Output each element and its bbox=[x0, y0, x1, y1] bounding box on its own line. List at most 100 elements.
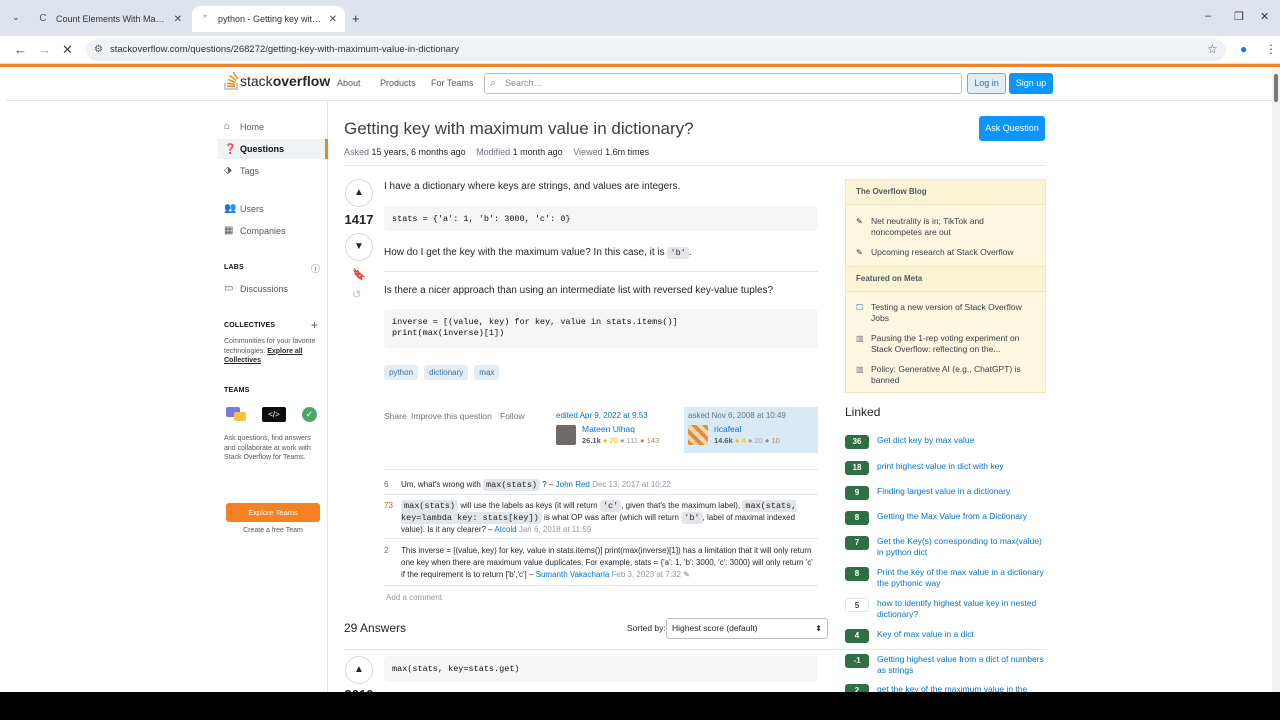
linked-text[interactable]: how to identify highest value key in nes… bbox=[877, 598, 1046, 620]
tag-dictionary[interactable]: dictionary bbox=[424, 365, 469, 380]
linked-item[interactable]: 8 Print the key of the max value in a dic… bbox=[845, 567, 1046, 589]
linked-text[interactable]: Getting the Max Value from a Dictionary bbox=[877, 511, 1046, 522]
new-tab-button[interactable]: + bbox=[352, 11, 360, 26]
linked-item[interactable]: 36 Get dict key by max value bbox=[845, 435, 1046, 449]
search-input[interactable]: ⌕ Search… bbox=[484, 73, 962, 94]
close-window-icon[interactable]: ✕ bbox=[1260, 10, 1269, 23]
editor-avatar[interactable] bbox=[556, 425, 576, 445]
meta-item[interactable]: ☐ Testing a new version of Stack Overflow… bbox=[856, 302, 1036, 324]
back-arrow-icon[interactable]: ← bbox=[14, 42, 27, 57]
page-scrollbar[interactable] bbox=[1272, 67, 1280, 692]
history-icon[interactable]: ↺ bbox=[352, 288, 361, 301]
linked-text[interactable]: Get dict key by max value bbox=[877, 435, 1046, 446]
meta-item[interactable]: ▥ Pausing the 1-rep voting experiment on … bbox=[856, 333, 1036, 355]
linked-text[interactable]: Get the Key(s) corresponding to max(valu… bbox=[877, 536, 1046, 558]
users-icon: 👥 bbox=[224, 203, 237, 214]
nav-products[interactable]: Products bbox=[380, 78, 416, 88]
tab-search-icon[interactable]: ⌄ bbox=[12, 12, 20, 23]
comment-user[interactable]: John Red bbox=[556, 480, 590, 489]
question-title[interactable]: Getting key with maximum value in dictio… bbox=[344, 119, 694, 139]
linked-item[interactable]: 7 Get the Key(s) corresponding to max(val… bbox=[845, 536, 1046, 558]
sidebar-item-tags[interactable]: ⬗ Tags bbox=[224, 165, 259, 176]
scrollbar-thumb[interactable] bbox=[1274, 74, 1278, 102]
sidebar-item-discussions[interactable]: ▭ Discussions bbox=[224, 283, 288, 294]
linked-item[interactable]: 18 print highest value in dict with key bbox=[845, 461, 1046, 475]
sidebar-item-users[interactable]: 👥 Users bbox=[224, 203, 264, 214]
menu-dots-icon[interactable]: ⋮ bbox=[1265, 42, 1277, 56]
blog-item[interactable]: ✎ Upcoming research at Stack Overflow bbox=[856, 247, 1036, 258]
profile-icon[interactable]: ● bbox=[1240, 42, 1247, 56]
linked-text[interactable]: print highest value in dict with key bbox=[877, 461, 1046, 472]
linked-text[interactable]: Getting highest value from a dict of num… bbox=[877, 654, 1046, 676]
comment-user[interactable]: Atcold bbox=[494, 525, 516, 534]
linked-text[interactable]: Finding largest value in a dictionary bbox=[877, 486, 1046, 497]
tag-python[interactable]: python bbox=[384, 365, 419, 380]
tag-max[interactable]: max bbox=[474, 365, 500, 380]
share-link[interactable]: Share bbox=[384, 411, 407, 421]
linked-score: 8 bbox=[845, 511, 869, 525]
follow-link[interactable]: Follow bbox=[500, 411, 525, 421]
search-placeholder: Search… bbox=[505, 78, 543, 88]
linked-text[interactable]: get the key of the maximum value in the bbox=[877, 684, 1046, 692]
improve-question-link[interactable]: Improve this question bbox=[411, 411, 492, 421]
info-icon[interactable]: ⓘ bbox=[311, 262, 320, 275]
signup-button[interactable]: Sign up bbox=[1009, 73, 1053, 94]
add-collective-icon[interactable]: + bbox=[311, 318, 318, 332]
comment-body: Um, what's wrong with max(stats) ? – Joh… bbox=[401, 479, 818, 491]
comment-date[interactable]: Dec 13, 2017 at 10:22 bbox=[592, 480, 671, 489]
stackoverflow-logo[interactable]: stack overflow bbox=[224, 72, 330, 90]
linked-text[interactable]: Print the key of the max value in a dict… bbox=[877, 567, 1046, 589]
answers-divider bbox=[344, 649, 1046, 650]
asked-label: Asked bbox=[344, 147, 370, 157]
linked-item[interactable]: 5 how to identify highest value key in ne… bbox=[845, 598, 1046, 620]
asker-avatar[interactable] bbox=[688, 425, 708, 445]
tab-count-elements[interactable]: C Count Elements With Maximum Frequency … bbox=[30, 6, 190, 32]
linked-item[interactable]: 8 Getting the Max Value from a Dictionary bbox=[845, 511, 1046, 525]
restore-icon[interactable]: ❐ bbox=[1234, 10, 1244, 23]
linked-item[interactable]: 2 get the key of the maximum value in the bbox=[845, 684, 1046, 692]
linked-item[interactable]: 4 Key of max value in a dict bbox=[845, 629, 1046, 643]
blog-item[interactable]: ✎ Net neutrality is in; TikTok and noncom… bbox=[856, 216, 1036, 238]
url-field[interactable]: ⚙ stackoverflow.com/questions/268272/get… bbox=[86, 39, 1226, 61]
downvote-button[interactable]: ▼ bbox=[345, 233, 373, 261]
sidebar-item-questions[interactable]: ❓ Questions bbox=[218, 139, 328, 159]
add-comment-link[interactable]: Add a comment bbox=[386, 593, 442, 602]
create-free-team-link[interactable]: Create a free Team bbox=[226, 527, 320, 534]
sidebar-item-label: Discussions bbox=[240, 283, 289, 294]
ask-question-button[interactable]: Ask Question bbox=[979, 116, 1045, 141]
bookmark-icon[interactable]: 🔖 bbox=[352, 268, 366, 281]
sidebar-item-companies[interactable]: ▦ Companies bbox=[224, 225, 286, 236]
upvote-button[interactable]: ▲ bbox=[345, 179, 373, 207]
nav-about[interactable]: About bbox=[337, 78, 361, 88]
sort-select[interactable]: Highest score (default) ⬍ bbox=[666, 618, 828, 639]
linked-item[interactable]: 9 Finding largest value in a dictionary bbox=[845, 486, 1046, 500]
forward-arrow-icon[interactable]: → bbox=[38, 42, 51, 57]
site-info-icon[interactable]: ⚙ bbox=[94, 39, 103, 61]
minimize-icon[interactable]: – bbox=[1205, 10, 1211, 22]
close-tab-icon[interactable]: ✕ bbox=[329, 14, 337, 25]
nav-for-teams[interactable]: For Teams bbox=[431, 78, 473, 88]
comment-date[interactable]: Jan 6, 2018 at 11:59 bbox=[519, 525, 591, 534]
tab-getting-key[interactable]: * python - Getting key with maximum valu… bbox=[192, 6, 345, 32]
edited-date[interactable]: edited Apr 9, 2022 at 9:53 bbox=[556, 411, 648, 420]
asked-date: asked Nov 6, 2008 at 10:49 bbox=[688, 411, 786, 420]
linked-text[interactable]: Key of max value in a dict bbox=[877, 629, 1046, 640]
answer-upvote-button[interactable]: ▲ bbox=[345, 656, 373, 684]
explore-teams-button[interactable]: Explore Teams bbox=[226, 503, 320, 522]
modified-value[interactable]: 1 month ago bbox=[513, 147, 563, 157]
editor-name[interactable]: Mateen Ulhaq bbox=[582, 424, 635, 434]
sidebar-item-home[interactable]: ⌂ Home bbox=[224, 121, 264, 132]
sidebar-item-label: Tags bbox=[240, 165, 260, 176]
comment-date[interactable]: Feb 3, 2023 at 7:32 bbox=[612, 570, 681, 579]
overflow-blog-widget: The Overflow Blog ✎ Net neutrality is in;… bbox=[845, 179, 1046, 393]
close-tab-icon[interactable]: ✕ bbox=[174, 14, 182, 25]
meta-item[interactable]: ▥ Policy: Generative AI (e.g., ChatGPT) i… bbox=[856, 364, 1036, 386]
edit-pencil-icon[interactable]: ✎ bbox=[683, 570, 690, 579]
stop-loading-icon[interactable]: ✕ bbox=[62, 42, 73, 58]
linked-item[interactable]: -1 Getting highest value from a dict of n… bbox=[845, 654, 1046, 676]
bookmark-star-icon[interactable]: ☆ bbox=[1207, 42, 1218, 56]
comment: 6 Um, what's wrong with max(stats) ? – J… bbox=[384, 479, 818, 491]
asker-name[interactable]: ricafeal bbox=[714, 424, 741, 434]
comment-user[interactable]: Sumanth Vakacharla bbox=[536, 570, 610, 579]
login-button[interactable]: Log in bbox=[967, 73, 1006, 94]
